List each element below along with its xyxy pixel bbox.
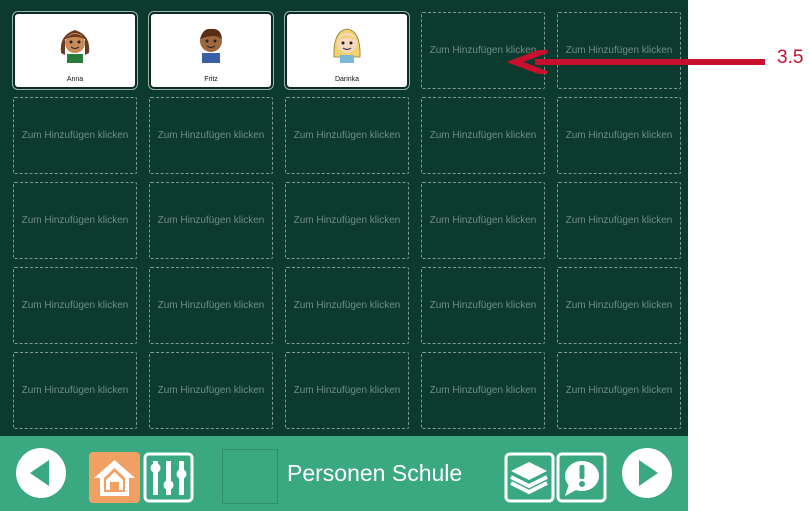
empty-cell[interactable]: Zum Hinzufügen klicken [421, 352, 545, 429]
empty-cell[interactable]: Zum Hinzufügen klicken [285, 97, 409, 174]
empty-cell-label: Zum Hinzufügen klicken [565, 300, 673, 311]
empty-cell[interactable]: Zum Hinzufügen klicken [557, 267, 681, 344]
empty-toolbar-slot[interactable] [222, 449, 278, 504]
empty-cell-label: Zum Hinzufügen klicken [429, 215, 537, 226]
empty-cell[interactable]: Zum Hinzufügen klicken [285, 267, 409, 344]
empty-cell-label: Zum Hinzufügen klicken [157, 300, 265, 311]
sliders-icon [143, 452, 194, 503]
symbol-label: Anna [66, 76, 84, 83]
empty-cell-label: Zum Hinzufügen klicken [565, 215, 673, 226]
board-title: Personen Schule [287, 460, 463, 486]
empty-cell-label: Zum Hinzufügen klicken [21, 385, 129, 396]
arrow-right-icon [639, 460, 658, 486]
empty-cell-label: Zum Hinzufügen klicken [157, 215, 265, 226]
symbol-label: Fritz [204, 76, 218, 83]
empty-cell-label: Zum Hinzufügen klicken [21, 130, 129, 141]
annotation-arrow [506, 50, 765, 74]
bottom-toolbar: Personen Schule [0, 436, 688, 511]
app-window: Anna Fritz Darinka Zum Hinzufügen klicken Zu… [0, 0, 688, 511]
empty-cell-label: Zum Hinzufügen klicken [429, 385, 537, 396]
empty-cell[interactable]: Zum Hinzufügen klicken [285, 182, 409, 259]
empty-cell-label: Zum Hinzufügen klicken [293, 385, 401, 396]
empty-cell-label: Zum Hinzufügen klicken [429, 300, 537, 311]
empty-cell-label: Zum Hinzufügen klicken [21, 300, 129, 311]
forward-button[interactable] [622, 448, 672, 498]
symbol-cell-anna[interactable]: Anna [13, 12, 137, 89]
empty-cell[interactable]: Zum Hinzufügen klicken [557, 352, 681, 429]
boy-icon [200, 28, 222, 63]
empty-cell[interactable]: Zum Hinzufügen klicken [149, 352, 273, 429]
settings-button[interactable] [143, 452, 194, 503]
exclamation-bubble-icon [556, 452, 607, 503]
back-button[interactable] [16, 448, 66, 498]
empty-cell[interactable]: Zum Hinzufügen klicken [285, 352, 409, 429]
layers-icon [504, 452, 555, 503]
empty-cell[interactable]: Zum Hinzufügen klicken [149, 182, 273, 259]
empty-cell-label: Zum Hinzufügen klicken [565, 385, 673, 396]
empty-cell-label: Zum Hinzufügen klicken [157, 385, 265, 396]
empty-cell[interactable]: Zum Hinzufügen klicken [13, 97, 137, 174]
empty-cell[interactable]: Zum Hinzufügen klicken [13, 267, 137, 344]
empty-cell-label: Zum Hinzufügen klicken [429, 130, 537, 141]
empty-cell[interactable]: Zum Hinzufügen klicken [421, 182, 545, 259]
empty-cell-label: Zum Hinzufügen klicken [157, 130, 265, 141]
empty-cell[interactable]: Zum Hinzufügen klicken [421, 97, 545, 174]
layers-button[interactable] [504, 452, 555, 503]
empty-cell-label: Zum Hinzufügen klicken [21, 215, 129, 226]
empty-cell-label: Zum Hinzufügen klicken [565, 130, 673, 141]
empty-cell[interactable]: Zum Hinzufügen klicken [149, 97, 273, 174]
empty-cell[interactable]: Zum Hinzufügen klicken [13, 182, 137, 259]
home-icon [94, 460, 135, 496]
girl-blonde-icon [333, 28, 361, 63]
alert-button[interactable] [556, 452, 607, 503]
symbol-cell-darinka[interactable]: Darinka [285, 12, 409, 89]
empty-cell[interactable]: Zum Hinzufügen klicken [557, 182, 681, 259]
symbol-cell-fritz[interactable]: Fritz [149, 12, 273, 89]
empty-cell[interactable]: Zum Hinzufügen klicken [149, 267, 273, 344]
symbol-label: Darinka [334, 76, 360, 83]
empty-cell[interactable]: Zum Hinzufügen klicken [557, 97, 681, 174]
home-button[interactable] [89, 452, 140, 503]
girl-braids-icon [60, 30, 90, 63]
annotation-label: 3.5 [777, 47, 804, 68]
empty-cell[interactable]: Zum Hinzufügen klicken [421, 267, 545, 344]
arrow-left-icon [30, 460, 49, 486]
empty-cell-label: Zum Hinzufügen klicken [293, 215, 401, 226]
empty-cell[interactable]: Zum Hinzufügen klicken [13, 352, 137, 429]
empty-cell-label: Zum Hinzufügen klicken [293, 300, 401, 311]
empty-cell-label: Zum Hinzufügen klicken [293, 130, 401, 141]
